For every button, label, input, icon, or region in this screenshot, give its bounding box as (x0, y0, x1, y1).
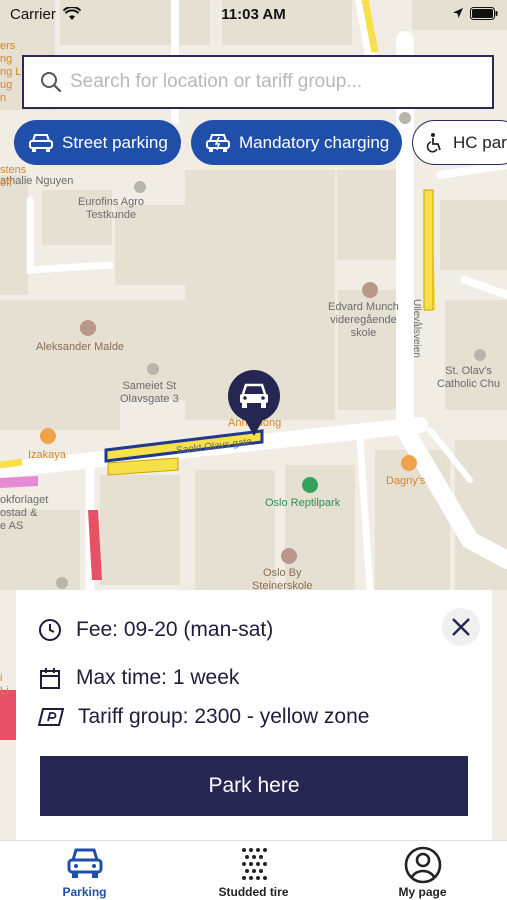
max-time-text: Max time: 1 week (76, 666, 240, 689)
close-button[interactable] (442, 608, 480, 646)
map-label-stens: stens off (0, 164, 27, 189)
filter-chip-label: Street parking (62, 132, 168, 152)
filter-chip-hc-parking[interactable]: HC par (412, 120, 507, 165)
status-time: 11:03 AM (221, 6, 286, 23)
tab-parking[interactable]: Parking (0, 841, 169, 900)
parking-sign-icon (38, 708, 64, 726)
tab-label: Studded tire (218, 885, 289, 899)
map-label-bokforlaget: okforlaget ostad & e AS (0, 494, 49, 532)
search-bar[interactable] (22, 55, 494, 109)
tariff-row: Tariff group: 2300 - yellow zone (38, 705, 369, 729)
map-label-sameiet: Sameiet St Olavsgate 3 (120, 380, 179, 405)
map-label-eurofins: Eurofins Agro Testkunde (78, 196, 145, 221)
map-label-st-olav: St. Olav's Catholic Chu (437, 365, 500, 390)
studded-tire-icon (241, 848, 267, 880)
map-label-dagnys: Dagny's (386, 475, 426, 487)
selected-parking-marker[interactable] (226, 370, 282, 438)
filter-chip-mandatory-charging[interactable]: Mandatory charging (191, 120, 402, 165)
map-label-ullevaalsveien: Ullevålsveien (410, 299, 422, 358)
charging-car-icon (206, 133, 230, 152)
park-here-button[interactable]: Park here (40, 756, 468, 816)
calendar-icon (40, 668, 60, 689)
tab-studded-tire[interactable]: Studded tire (169, 841, 338, 900)
search-icon (41, 72, 62, 93)
tab-my-page[interactable]: My page (338, 841, 507, 900)
wheelchair-icon (426, 132, 441, 153)
user-icon (404, 846, 441, 884)
filter-chip-street-parking[interactable]: Street parking (14, 120, 181, 165)
map-label-corner-top: ers ng ng L ug n (0, 40, 22, 104)
map-label-edvard-munch: Edvard Munch videregående skole (328, 301, 399, 339)
tariff-text: Tariff group: 2300 - yellow zone (78, 705, 370, 728)
map-label-aleksander: Aleksander Malde (36, 341, 125, 353)
status-bar: Carrier 11:03 AM (0, 0, 507, 28)
car-icon (29, 133, 53, 152)
tab-label: Parking (62, 885, 107, 899)
filter-chip-label: Mandatory charging (239, 132, 390, 152)
clock-icon (39, 619, 61, 641)
car-icon (67, 848, 102, 878)
fee-row: Fee: 09-20 (man-sat) (38, 618, 273, 642)
parking-info-panel: Fee: 09-20 (man-sat) Max time: 1 week Ta… (16, 590, 492, 840)
map-label-izakaya: Izakaya (28, 449, 66, 461)
search-input[interactable] (70, 71, 470, 93)
map-label-reptilpark: Oslo Reptilpark (265, 497, 341, 509)
filter-chip-label: HC par (453, 132, 507, 152)
tab-bar: Parking Studded tire My page (0, 840, 507, 900)
fee-text: Fee: 09-20 (man-sat) (76, 618, 274, 641)
close-icon (452, 618, 470, 636)
map-label-corner-left: i Li (0, 672, 9, 697)
battery-icon (470, 7, 498, 20)
max-time-row: Max time: 1 week (38, 666, 239, 690)
location-arrow-icon (453, 8, 463, 18)
tab-label: My page (398, 885, 447, 899)
